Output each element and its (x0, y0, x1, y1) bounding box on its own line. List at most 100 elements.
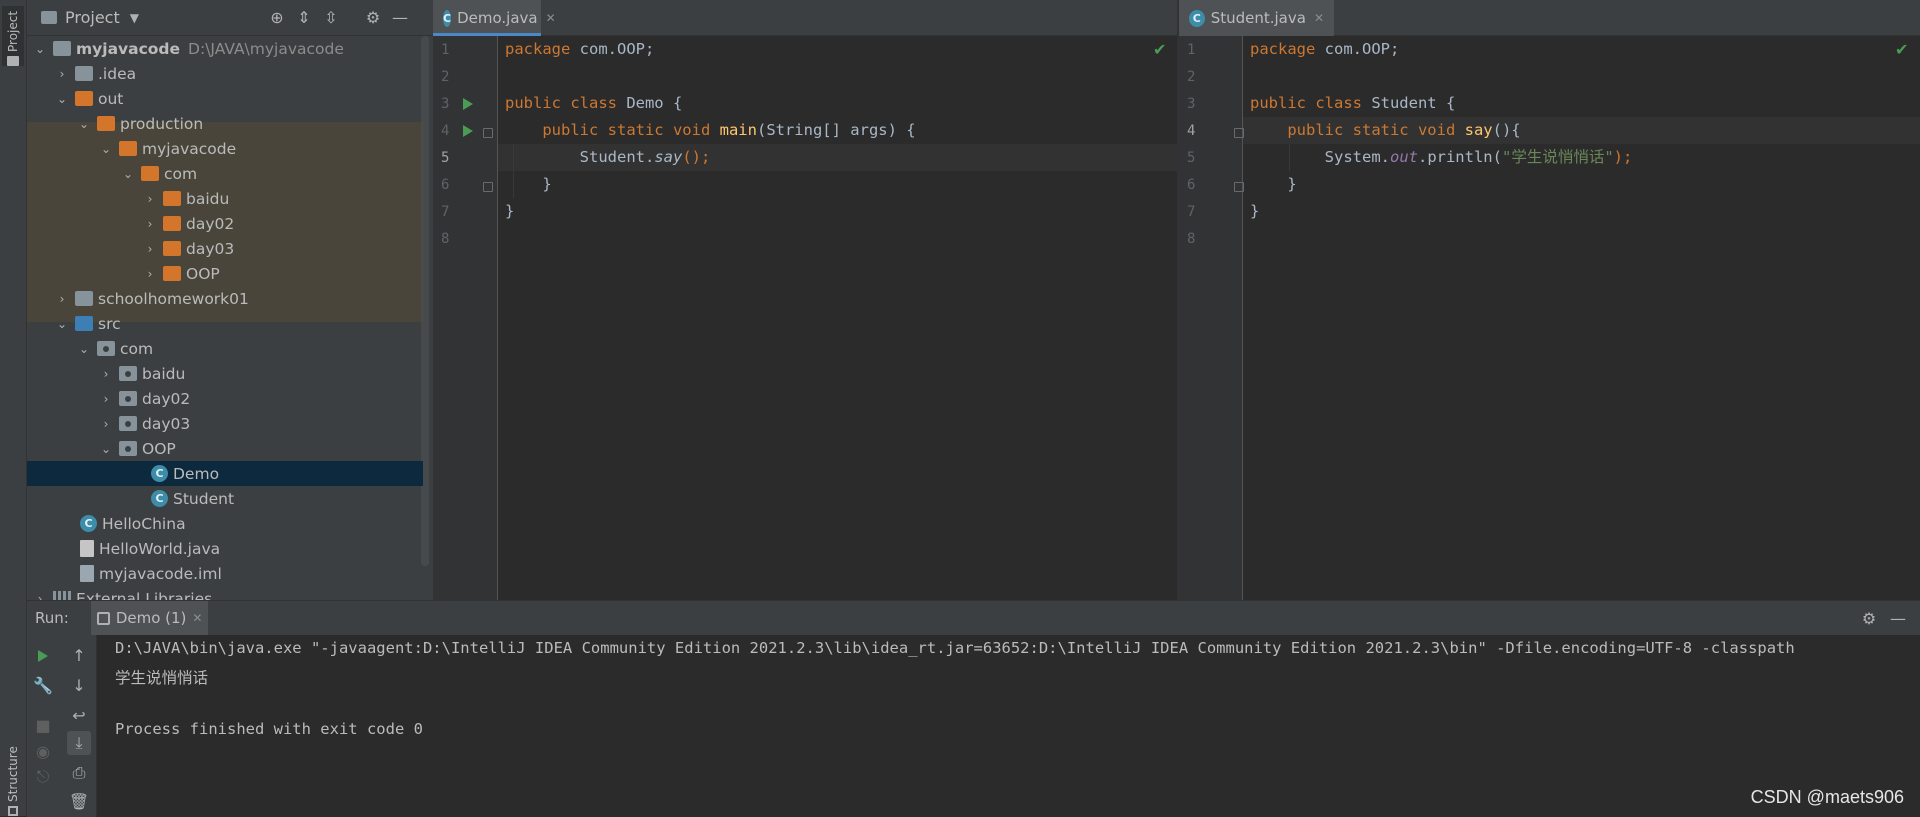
tree-item-idea[interactable]: › .idea (27, 61, 423, 86)
static-field: out (1389, 148, 1418, 166)
method-name: main (710, 121, 757, 139)
tree-item-schoolhomework01[interactable]: › schoolhomework01 (27, 286, 423, 311)
tree-item-out[interactable]: ⌄ out (27, 86, 423, 111)
tab-student-java[interactable]: C Student.java ✕ (1179, 0, 1334, 36)
chevron-down-icon[interactable]: ⌄ (33, 42, 47, 56)
tree-item-external-libraries[interactable]: › External Libraries (27, 586, 423, 600)
tree-item-label: out (98, 89, 124, 108)
run-class-icon[interactable] (463, 98, 473, 110)
chevron-right-icon[interactable]: › (99, 417, 113, 431)
package-icon (97, 341, 115, 356)
line-number: 2 (1187, 69, 1196, 85)
tree-item-student[interactable]: C Student (27, 486, 423, 511)
editor-right[interactable]: 1 2 3 4 5 6 7 8 package com.OOP; public … (1179, 36, 1920, 600)
chevron-down-icon[interactable]: ⌄ (77, 342, 91, 356)
chevron-right-icon[interactable]: › (33, 592, 47, 601)
chevron-right-icon[interactable]: › (55, 67, 69, 81)
tree-item-day02[interactable]: › day02 (27, 386, 423, 411)
gear-icon[interactable]: ⚙ (363, 8, 383, 28)
chevron-right-icon[interactable]: › (55, 292, 69, 306)
tree-item-day03-out[interactable]: › day03 (27, 236, 423, 261)
camera-icon[interactable]: ◉ (33, 741, 53, 761)
trash-icon[interactable]: 🗑 (69, 791, 89, 811)
tree-item-oop-out[interactable]: › OOP (27, 261, 423, 286)
chevron-down-icon[interactable]: ▼ (130, 11, 139, 25)
tree-item-production[interactable]: ⌄ production (27, 111, 423, 136)
expand-all-icon[interactable]: ⇕ (294, 8, 314, 28)
run-config-icon (96, 611, 110, 625)
exit-icon[interactable]: ⎋ (33, 767, 53, 787)
tree-item-iml[interactable]: myjavacode.iml (27, 561, 423, 586)
run-main-icon[interactable] (463, 125, 473, 137)
tree-item-com[interactable]: ⌄ com (27, 336, 423, 361)
close-icon[interactable]: ✕ (546, 11, 556, 25)
tree-item-day02-out[interactable]: › day02 (27, 211, 423, 236)
code-line-5: Student.say(); (505, 144, 711, 171)
locate-icon[interactable]: ⊕ (267, 8, 287, 28)
tree-item-src[interactable]: ⌄ src (27, 311, 423, 336)
tab-run-demo[interactable]: Demo (1) ✕ (90, 601, 209, 635)
chevron-right-icon[interactable]: › (99, 392, 113, 406)
chevron-right-icon[interactable]: › (143, 192, 157, 206)
stop-icon[interactable]: ■ (33, 715, 53, 735)
wrench-icon[interactable]: 🔧 (33, 675, 53, 695)
fold-icon[interactable] (1234, 128, 1244, 138)
scroll-to-end-icon[interactable]: ⤓ (67, 731, 91, 755)
tree-item-oop[interactable]: ⌄ OOP (27, 436, 423, 461)
chevron-down-icon[interactable]: ⌄ (55, 317, 69, 331)
excluded-folder-icon (163, 241, 181, 256)
arrow-up-icon[interactable]: ↑ (69, 645, 89, 665)
tree-item-helloworld[interactable]: HelloWorld.java (27, 536, 423, 561)
fold-icon[interactable] (483, 128, 493, 138)
chevron-right-icon[interactable]: › (99, 367, 113, 381)
tree-item-baidu-out[interactable]: › baidu (27, 186, 423, 211)
tree-item-myjavacode[interactable]: ⌄ myjavacode D:\JAVA\myjavacode (27, 36, 423, 61)
code-line-5: System.out.println("学生说悄悄话"); (1250, 144, 1633, 171)
editor-right-tabbar: C Student.java ✕ (1179, 0, 1920, 36)
close-icon[interactable]: ✕ (1314, 11, 1324, 25)
java-class-icon: C (151, 465, 168, 482)
fold-icon[interactable] (1234, 182, 1244, 192)
chevron-down-icon[interactable]: ⌄ (55, 92, 69, 106)
gear-icon[interactable]: ⚙ (1859, 608, 1879, 628)
code-line-1: package com.OOP; (505, 36, 654, 63)
excluded-folder-icon (163, 216, 181, 231)
tree-item-label: day03 (186, 239, 235, 258)
structure-tool-tab[interactable]: Structure (2, 706, 24, 816)
tree-item-demo[interactable]: C Demo (27, 461, 423, 486)
chevron-down-icon[interactable]: ⌄ (77, 117, 91, 131)
tab-label: Demo (1) (115, 609, 187, 627)
fold-icon[interactable] (483, 182, 493, 192)
minimize-icon[interactable]: — (390, 8, 410, 28)
tree-item-baidu[interactable]: › baidu (27, 361, 423, 386)
chevron-right-icon[interactable]: › (143, 267, 157, 281)
soft-wrap-icon[interactable]: ↩ (69, 705, 89, 725)
tree-item-label: HelloChina (102, 514, 186, 533)
tab-demo-java[interactable]: C Demo.java ✕ (433, 0, 556, 36)
chevron-down-icon[interactable]: ⌄ (99, 142, 113, 156)
code-text: } (1250, 202, 1260, 220)
tree-item-com-out[interactable]: ⌄ com (27, 161, 423, 186)
line-number: 6 (441, 177, 450, 193)
print-icon[interactable]: ⎙ (69, 763, 89, 783)
chevron-right-icon[interactable]: › (143, 242, 157, 256)
chevron-right-icon[interactable]: › (143, 217, 157, 231)
arrow-down-icon[interactable]: ↓ (69, 675, 89, 695)
console-line: D:\JAVA\bin\java.exe "-javaagent:D:\Inte… (115, 639, 1795, 657)
code-text: .println( (1417, 148, 1502, 166)
code-text: (String[] args) { (756, 121, 916, 139)
chevron-down-icon[interactable]: ⌄ (99, 442, 113, 456)
editor-left[interactable]: 1 2 3 4 5 6 7 8 package com.OOP; public … (433, 36, 1177, 600)
collapse-all-icon[interactable]: ⇳ (321, 8, 341, 28)
project-view-selector[interactable]: Project (65, 8, 120, 27)
rerun-icon[interactable] (38, 650, 48, 662)
code-text: Student { (1361, 94, 1456, 112)
line-number: 3 (1187, 96, 1196, 112)
tree-item-myjavacode-out[interactable]: ⌄ myjavacode (27, 136, 423, 161)
chevron-down-icon[interactable]: ⌄ (121, 167, 135, 181)
tree-item-day03[interactable]: › day03 (27, 411, 423, 436)
project-tool-tab[interactable]: Project (2, 6, 24, 66)
minimize-icon[interactable]: — (1888, 608, 1908, 628)
tree-item-hellochina[interactable]: C HelloChina (27, 511, 423, 536)
close-icon[interactable]: ✕ (192, 611, 202, 625)
